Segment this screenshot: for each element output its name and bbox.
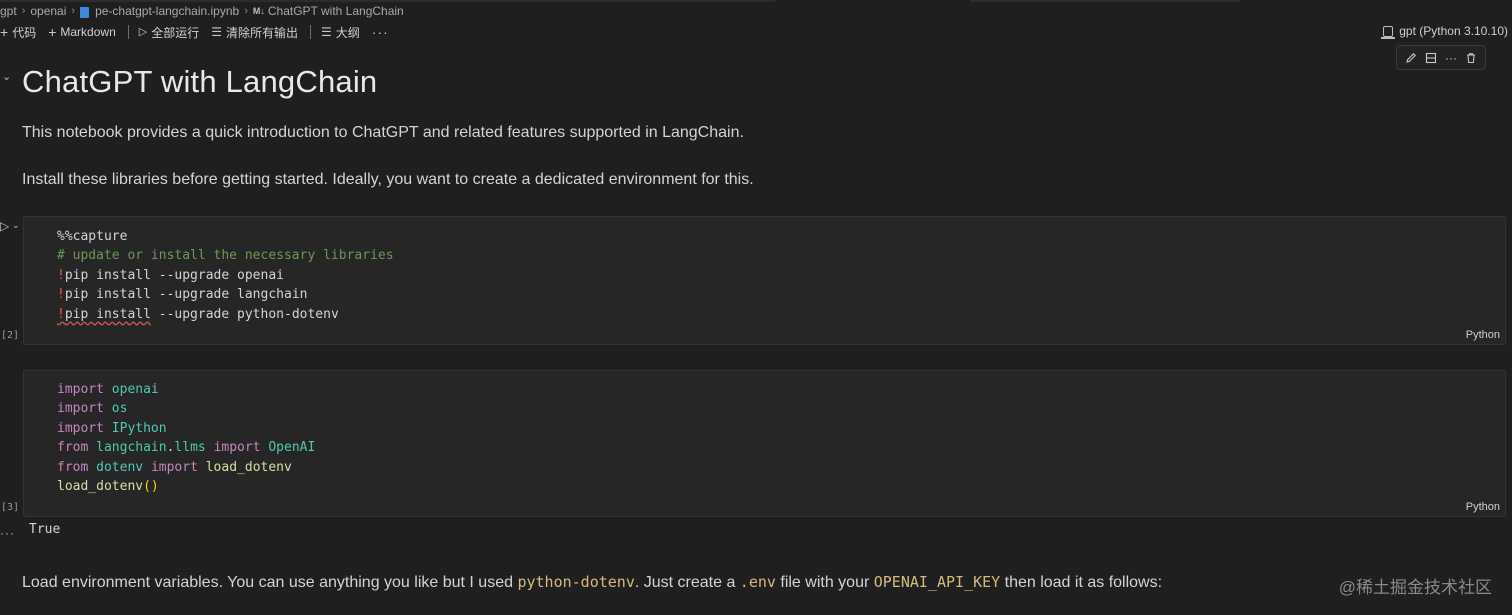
chevron-right-icon: › (244, 5, 248, 17)
load-env-paragraph: Load environment variables. You can use … (22, 573, 1163, 591)
notebook-title: ChatGPT with LangChain (22, 64, 378, 99)
notebook-toolbar: + 代码 + Markdown ▷ 全部运行 ☰ 清除所有输出 ☰ 大纲 ··· (0, 22, 389, 42)
tab-strip-edge (970, 0, 1240, 2)
code-line: import os (57, 401, 128, 417)
code-line: %%capture (57, 229, 128, 244)
add-markdown-cell-button[interactable]: + Markdown (48, 25, 116, 39)
markdown-icon: M↓ (252, 6, 265, 16)
list-icon: ☰ (321, 25, 332, 39)
add-code-label: 代码 (12, 25, 37, 40)
code-line: import openai (57, 382, 159, 397)
cell-language-label[interactable]: Python (1466, 501, 1500, 513)
execution-count: [3] (1, 502, 20, 513)
kernel-picker[interactable]: gpt (Python 3.10.10) (1381, 24, 1508, 39)
cell-action-bar: ··· (1396, 45, 1486, 70)
toolbar-divider (127, 25, 129, 39)
plus-icon: + (0, 24, 9, 40)
outline-label: 大纲 (335, 25, 360, 40)
breadcrumb-item-subfolder[interactable]: openai (30, 4, 66, 18)
run-all-label: 全部运行 (151, 25, 200, 40)
watermark: @稀土掘金技术社区 (1338, 578, 1492, 597)
delete-icon[interactable] (1463, 50, 1479, 66)
clear-outputs-button[interactable]: ☰ 清除所有输出 (211, 24, 298, 41)
code-comment: # update or install the necessary librar… (57, 248, 394, 264)
execution-count: [2] (1, 330, 20, 341)
output-actions-icon[interactable]: ··· (0, 526, 15, 540)
add-code-cell-button[interactable]: + 代码 (0, 24, 36, 41)
chevron-right-icon: › (21, 5, 26, 17)
breadcrumb: gpt › openai › pe-chatgpt-langchain.ipyn… (0, 3, 404, 19)
code-line: from dotenv import load_dotenv (57, 459, 292, 475)
more-actions-icon[interactable]: ··· (372, 24, 389, 40)
kernel-label: gpt (Python 3.10.10) (1399, 24, 1508, 38)
code-line: !pip install --upgrade openai (57, 267, 284, 283)
inline-code: .env (739, 573, 776, 591)
code-line: !pip install --upgrade langchain (57, 287, 308, 303)
outline-button[interactable]: ☰ 大纲 (321, 24, 360, 41)
chevron-down-icon[interactable]: ⌄ (12, 220, 20, 231)
more-icon[interactable]: ··· (1443, 50, 1459, 66)
code-editor[interactable]: import openai import os import IPython f… (57, 380, 315, 496)
code-line: load_dotenv() (57, 479, 159, 495)
cell-output: True (29, 522, 61, 537)
edit-icon[interactable] (1403, 50, 1419, 66)
install-paragraph: Install these libraries before getting s… (22, 171, 754, 188)
breadcrumb-item-folder[interactable]: gpt (0, 4, 17, 18)
code-line: from langchain.llms import OpenAI (57, 440, 316, 456)
clear-outputs-label: 清除所有输出 (226, 25, 299, 40)
run-cell-icon[interactable]: ▷ (0, 219, 9, 233)
code-cell-install[interactable]: %%capture # update or install the necess… (23, 216, 1506, 345)
code-editor[interactable]: %%capture # update or install the necess… (57, 227, 394, 324)
plus-icon: + (48, 24, 57, 40)
run-all-button[interactable]: ▷ 全部运行 (139, 24, 199, 41)
inline-code: python-dotenv (517, 573, 635, 591)
breadcrumb-item-file[interactable]: pe-chatgpt-langchain.ipynb (95, 4, 239, 18)
inline-code: OPENAI_API_KEY (873, 573, 1001, 591)
add-markdown-label: Markdown (60, 25, 116, 39)
code-cell-imports[interactable]: import openai import os import IPython f… (23, 370, 1506, 517)
split-cell-icon[interactable] (1423, 50, 1439, 66)
chevron-right-icon: › (71, 5, 76, 17)
code-line: !pip install --upgrade python-dotenv (57, 306, 339, 322)
clear-all-icon: ☰ (211, 25, 222, 39)
kernel-icon (1381, 25, 1396, 39)
run-all-icon: ▷ (138, 25, 148, 38)
collapse-chevron-icon[interactable]: ⌄ (2, 70, 11, 83)
toolbar-divider (310, 25, 312, 39)
code-line: import IPython (57, 420, 167, 436)
tab-strip-edge (0, 0, 775, 2)
notebook-file-icon (80, 6, 90, 18)
cell-language-label[interactable]: Python (1466, 329, 1500, 341)
intro-paragraph: This notebook provides a quick introduct… (22, 124, 744, 141)
breadcrumb-item-heading[interactable]: ChatGPT with LangChain (268, 4, 404, 18)
